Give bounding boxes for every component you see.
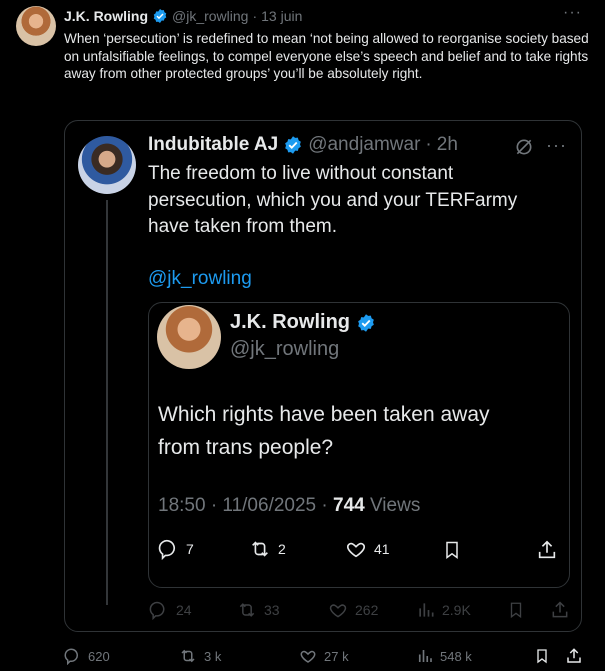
inner-like-button[interactable]: 41: [344, 538, 390, 560]
quoted-author-name[interactable]: Indubitable AJ: [148, 134, 278, 156]
like-icon: [347, 542, 365, 558]
inner-views-label: Views: [364, 495, 421, 516]
thread-line: [106, 200, 108, 605]
reply-count: 620: [88, 648, 110, 664]
header-separator: ·: [252, 8, 258, 24]
like-icon: [300, 650, 316, 663]
repost-icon: [252, 541, 268, 557]
quote-views-button[interactable]: 2.9K: [416, 600, 471, 620]
share-button[interactable]: [564, 647, 584, 665]
bookmark-icon: [537, 649, 547, 664]
verified-badge-icon: [285, 136, 302, 154]
views-count: 548 k: [440, 648, 472, 664]
quote-bookmark-button[interactable]: [506, 600, 526, 620]
quoted-tweet-header: Indubitable AJ @andjamwar · 2h: [148, 134, 458, 156]
more-icon[interactable]: ···: [563, 4, 582, 22]
repost-icon: [239, 603, 255, 617]
reply-icon: [158, 540, 176, 560]
quote-share-button[interactable]: [550, 600, 570, 620]
like-button[interactable]: 27 k: [298, 647, 349, 665]
inner-tweet-text-line2: from trans people?: [158, 436, 334, 459]
bookmark-icon: [510, 602, 522, 619]
author-name[interactable]: J.K. Rowling: [64, 8, 148, 24]
tweet-text: When ‘persecution’ is redefined to mean …: [64, 31, 589, 82]
share-icon: [567, 648, 581, 663]
inner-author-handle[interactable]: @jk_rowling: [230, 338, 339, 361]
inner-tweet-text-line1: Which rights have been taken away: [158, 403, 490, 426]
like-icon: [329, 604, 347, 618]
inner-tweet-header: J.K. Rowling: [230, 311, 376, 334]
inner-author-avatar[interactable]: [157, 305, 221, 369]
quote-like-button[interactable]: 262: [327, 600, 378, 620]
quote-repost-count: 33: [264, 602, 280, 618]
quoted-tweet-text: The freedom to live without constant per…: [148, 163, 518, 237]
inner-timestamp[interactable]: 18:50 · 11/06/2025 ·: [158, 495, 333, 516]
quote-reply-count: 24: [176, 602, 192, 618]
quoted-author-handle[interactable]: @andjamwar: [308, 134, 420, 156]
quoted-tweet-time[interactable]: 2h: [437, 134, 458, 156]
verified-badge-icon: [153, 9, 167, 23]
quote-like-count: 262: [355, 602, 379, 618]
quote-reply-button[interactable]: 24: [148, 600, 192, 620]
header-separator: ·: [425, 134, 432, 155]
repost-count: 3 k: [204, 648, 222, 664]
like-count: 27 k: [324, 648, 349, 664]
quote-repost-button[interactable]: 33: [236, 600, 280, 620]
views-button[interactable]: 548 k: [416, 647, 472, 665]
inner-like-count: 41: [374, 541, 390, 557]
inner-reply-count: 7: [186, 541, 194, 557]
inner-author-name[interactable]: J.K. Rowling: [230, 311, 350, 334]
bookmark-icon: [446, 541, 458, 559]
verified-badge-icon: [358, 313, 374, 332]
reply-icon: [149, 601, 165, 620]
grok-icon[interactable]: [513, 136, 535, 158]
mention-link[interactable]: @jk_rowling: [148, 268, 252, 290]
inner-tweet-meta: 18:50 · 11/06/2025 · 744 Views: [158, 495, 420, 517]
author-handle[interactable]: @jk_rowling: [172, 8, 248, 24]
inner-bookmark-button[interactable]: [440, 538, 464, 562]
repost-icon: [181, 649, 195, 663]
author-avatar[interactable]: [16, 6, 56, 46]
inner-repost-button[interactable]: 2: [248, 538, 286, 560]
share-icon: [552, 601, 568, 618]
inner-reply-button[interactable]: 7: [158, 538, 194, 560]
views-icon: [418, 650, 432, 662]
views-icon: [419, 603, 434, 617]
tweet-date[interactable]: 13 juin: [261, 8, 302, 24]
quote-views-count: 2.9K: [442, 602, 471, 618]
share-icon: [538, 540, 556, 559]
inner-share-button[interactable]: [535, 538, 559, 562]
repost-button[interactable]: 3 k: [178, 647, 221, 665]
inner-views-count: 744: [333, 495, 365, 516]
inner-repost-count: 2: [278, 541, 286, 557]
tweet-header: J.K. Rowling @jk_rowling · 13 juin: [64, 8, 302, 24]
bookmark-button[interactable]: [532, 647, 552, 665]
reply-icon: [64, 648, 78, 665]
reply-button[interactable]: 620: [64, 647, 110, 665]
quoted-author-avatar[interactable]: [78, 136, 136, 194]
more-icon[interactable]: ···: [546, 135, 567, 156]
